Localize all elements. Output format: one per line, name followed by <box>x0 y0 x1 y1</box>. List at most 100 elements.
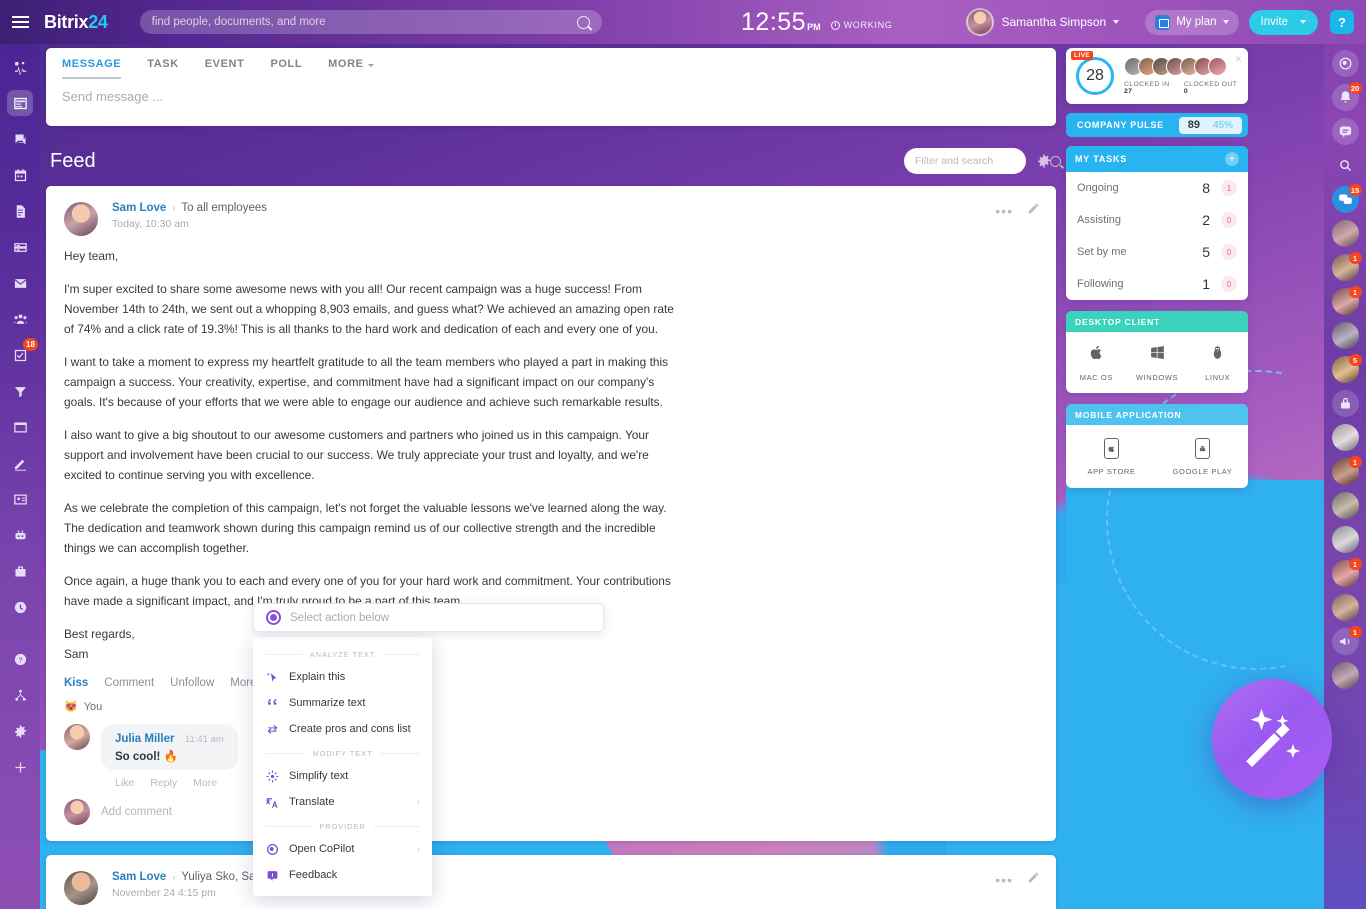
online-avatars[interactable] <box>1124 57 1238 76</box>
rail-contact-avatar[interactable] <box>1331 220 1359 247</box>
rail-contact-avatar[interactable]: 1 <box>1331 558 1362 587</box>
rail-contact-avatar[interactable]: 5 <box>1331 354 1362 383</box>
sidebar-item-settings[interactable] <box>7 718 33 744</box>
sidebar-item-sites[interactable] <box>7 414 33 440</box>
download-linux[interactable]: LINUX <box>1187 344 1248 382</box>
sidebar-item-signature[interactable] <box>7 450 33 476</box>
copilot-fab-button[interactable] <box>1212 679 1332 799</box>
tab-poll[interactable]: POLL <box>270 58 302 79</box>
copilot-action-input[interactable]: Select action below <box>253 603 604 632</box>
sidebar-item-groups[interactable] <box>7 306 33 332</box>
sidebar-item-feed[interactable] <box>7 90 33 116</box>
tab-event[interactable]: EVENT <box>205 58 245 79</box>
sidebar-item-add[interactable] <box>7 754 33 780</box>
rail-contact-avatar[interactable]: 1 <box>1331 286 1362 315</box>
app-logo[interactable]: Bitrix24 <box>44 12 108 33</box>
comment-action-reply[interactable]: Reply <box>150 777 177 789</box>
download-label: GOOGLE PLAY <box>1172 467 1233 476</box>
chevron-down-icon <box>1222 20 1229 24</box>
tab-more-label: MORE <box>328 58 364 70</box>
post-author[interactable]: Sam Love <box>112 202 166 214</box>
sidebar-item-contact-center[interactable] <box>7 486 33 512</box>
copilot-item-summarize-text[interactable]: Summarize text <box>253 690 432 716</box>
rail-announcement-button[interactable]: 1 <box>1331 626 1362 655</box>
sidebar-item-chat[interactable] <box>7 126 33 152</box>
copilot-item-open-copilot[interactable]: Open CoPilot › <box>253 836 432 862</box>
sidebar-item-sitemap[interactable] <box>7 682 33 708</box>
task-row-following[interactable]: Following 1 0 <box>1066 268 1248 300</box>
download-mac-os[interactable]: MAC OS <box>1066 344 1127 382</box>
task-row-set-by-me[interactable]: Set by me 5 0 <box>1066 236 1248 268</box>
rail-contact-avatar[interactable] <box>1331 492 1359 519</box>
rail-contact-avatar[interactable] <box>1331 424 1359 451</box>
menu-toggle-button[interactable] <box>0 21 40 23</box>
copilot-item-translate[interactable]: Translate › <box>253 789 432 815</box>
copilot-item-explain-this[interactable]: Explain this <box>253 664 432 690</box>
sidebar-item-documents[interactable] <box>7 198 33 224</box>
company-pulse-bar[interactable]: COMPANY PULSE 89 45% <box>1066 113 1248 137</box>
rail-contact-avatar[interactable]: 1 <box>1331 456 1362 485</box>
rail-contact-avatar[interactable]: 1 <box>1331 252 1362 281</box>
sidebar-item-crm[interactable] <box>7 378 33 404</box>
close-icon[interactable]: ✕ <box>1234 54 1242 65</box>
post-more-button[interactable]: ••• <box>995 204 1013 218</box>
tab-more[interactable]: MORE <box>328 58 374 79</box>
copilot-item-simplify-text[interactable]: Simplify text <box>253 763 432 789</box>
post-more-button[interactable]: ••• <box>995 873 1013 887</box>
comment-item: Julia Miller 11:41 am So cool! 🔥 Like Re… <box>64 724 1038 789</box>
post-action-kiss[interactable]: Kiss <box>64 677 88 689</box>
task-row-assisting[interactable]: Assisting 2 0 <box>1066 204 1248 236</box>
sidebar-item-timeman[interactable] <box>7 594 33 620</box>
global-search[interactable] <box>139 10 602 34</box>
sidebar-item-market[interactable] <box>7 558 33 584</box>
feed-filter-input[interactable] <box>915 155 1050 167</box>
sidebar-item-activity-stream[interactable] <box>7 54 33 80</box>
sidebar-item-help[interactable]: ? <box>7 646 33 672</box>
sidebar-item-calendar[interactable] <box>7 162 33 188</box>
global-search-input[interactable] <box>151 16 577 28</box>
rail-notifications-button[interactable]: 20 <box>1331 82 1362 111</box>
comment-author[interactable]: Julia Miller <box>115 733 174 745</box>
comment-action-more[interactable]: More <box>193 777 217 789</box>
copilot-item-feedback[interactable]: Feedback <box>253 862 432 888</box>
my-plan-button[interactable]: My plan <box>1145 9 1239 35</box>
add-task-button[interactable]: + <box>1225 152 1239 166</box>
download-google-play[interactable]: GOOGLE PLAY <box>1157 438 1248 476</box>
rail-contact-avatar[interactable] <box>1331 594 1359 621</box>
composer-input[interactable]: Send message ... <box>46 79 1056 114</box>
invite-button[interactable]: Invite <box>1248 9 1318 35</box>
rail-contact-avatar[interactable] <box>1331 322 1359 349</box>
rail-search-button[interactable] <box>1332 152 1359 179</box>
rail-contact-avatar[interactable] <box>1331 526 1359 553</box>
feed-filter[interactable] <box>904 148 1061 174</box>
rail-contact-avatar[interactable] <box>1331 662 1359 689</box>
post-edit-button[interactable] <box>1027 202 1040 220</box>
post-author[interactable]: Sam Love <box>112 871 166 883</box>
add-comment-row[interactable]: Add comment <box>64 799 1038 841</box>
avatar <box>64 799 90 825</box>
post-reactions[interactable]: 😻 You <box>64 700 1038 714</box>
comment-action-like[interactable]: Like <box>115 777 134 789</box>
sidebar-item-tasks[interactable]: 18 <box>7 338 38 368</box>
feed-settings-button[interactable] <box>1036 153 1052 169</box>
task-row-ongoing[interactable]: Ongoing 8 1 <box>1066 172 1248 204</box>
rail-messenger-button[interactable]: 15 <box>1331 184 1362 213</box>
user-menu[interactable]: Samantha Simpson <box>966 8 1120 36</box>
work-status[interactable]: WORKING <box>830 20 893 30</box>
add-comment-input[interactable]: Add comment <box>101 806 172 818</box>
help-button[interactable]: ? <box>1330 10 1354 34</box>
rail-private-lock[interactable] <box>1331 390 1359 417</box>
rail-notes-button[interactable] <box>1331 118 1359 145</box>
download-windows[interactable]: WINDOWS <box>1127 344 1188 382</box>
copilot-item-pros-cons[interactable]: Create pros and cons list <box>253 716 432 742</box>
tab-task[interactable]: TASK <box>147 58 179 79</box>
tab-message[interactable]: MESSAGE <box>62 58 122 79</box>
sidebar-item-drive[interactable] <box>7 234 33 260</box>
sidebar-item-mail[interactable] <box>7 270 33 296</box>
post-action-comment[interactable]: Comment <box>104 677 154 689</box>
download-app-store[interactable]: APP STORE <box>1066 438 1157 476</box>
rail-copilot-button[interactable] <box>1331 50 1359 77</box>
sidebar-item-automation[interactable] <box>7 522 33 548</box>
post-edit-button[interactable] <box>1027 871 1040 889</box>
post-action-unfollow[interactable]: Unfollow <box>170 677 214 689</box>
